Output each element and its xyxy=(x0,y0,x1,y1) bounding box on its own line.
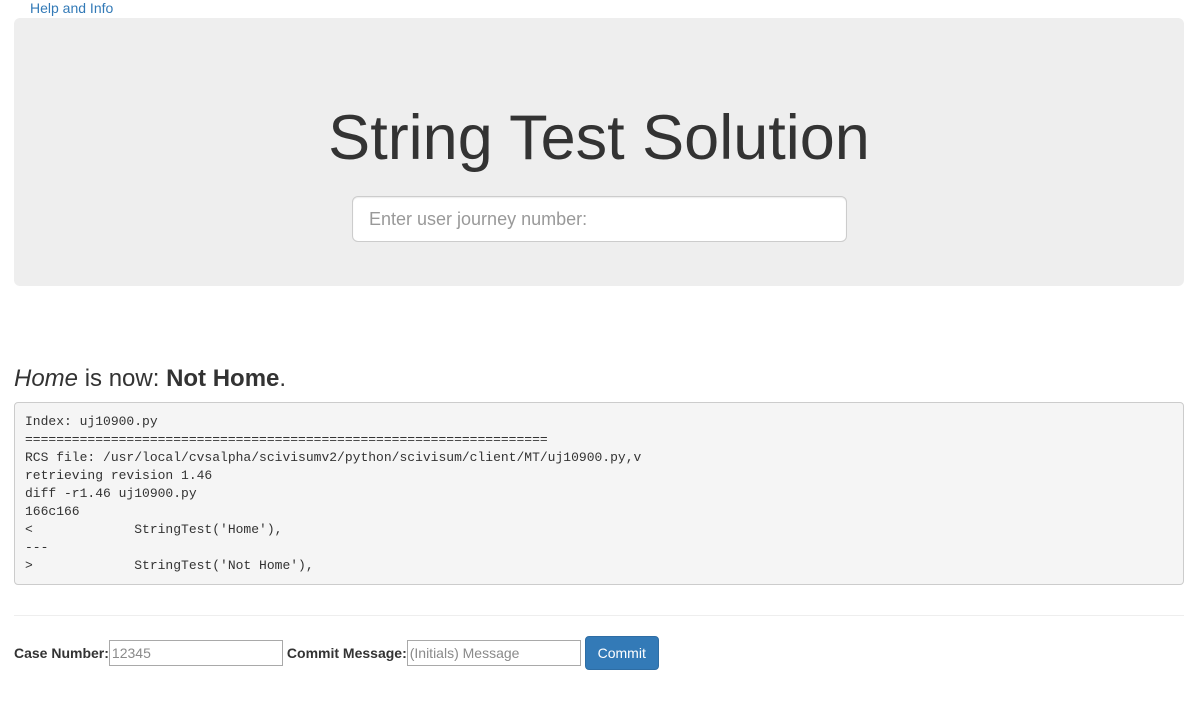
diff-line: RCS file: /usr/local/cvsalpha/scivisumv2… xyxy=(25,450,642,465)
case-number-input[interactable] xyxy=(108,640,283,666)
commit-button[interactable]: Commit xyxy=(584,636,659,670)
status-middle-text: is now: xyxy=(78,365,167,392)
commit-message-input[interactable] xyxy=(406,640,581,666)
diff-line: 166c166 xyxy=(25,504,80,519)
divider xyxy=(14,615,1184,616)
commit-form: Case Number: Commit Message: Commit xyxy=(14,636,659,670)
old-value-text: Home xyxy=(14,365,79,392)
commit-message-label: Commit Message: xyxy=(286,645,407,661)
new-value-text: Not Home xyxy=(166,365,280,392)
jumbotron: String Test Solution xyxy=(14,18,1184,286)
diff-line: retrieving revision 1.46 xyxy=(25,468,213,483)
status-end-text: . xyxy=(279,365,287,392)
diff-line: > StringTest('Not Home'), xyxy=(25,558,314,573)
status-message: Home is now: Not Home. xyxy=(14,363,286,395)
diff-line: diff -r1.46 uj10900.py xyxy=(25,486,197,501)
diff-line: --- xyxy=(25,540,49,555)
diff-output: Index: uj10900.py =======================… xyxy=(14,402,1184,585)
user-journey-input[interactable] xyxy=(352,196,847,242)
help-and-info-link[interactable]: Help and Info xyxy=(30,0,113,16)
case-number-label: Case Number: xyxy=(14,645,109,661)
diff-line: Index: uj10900.py xyxy=(25,414,158,429)
diff-line: ========================================… xyxy=(25,432,548,447)
page-title: String Test Solution xyxy=(328,103,870,173)
diff-line: < StringTest('Home'), xyxy=(25,522,283,537)
